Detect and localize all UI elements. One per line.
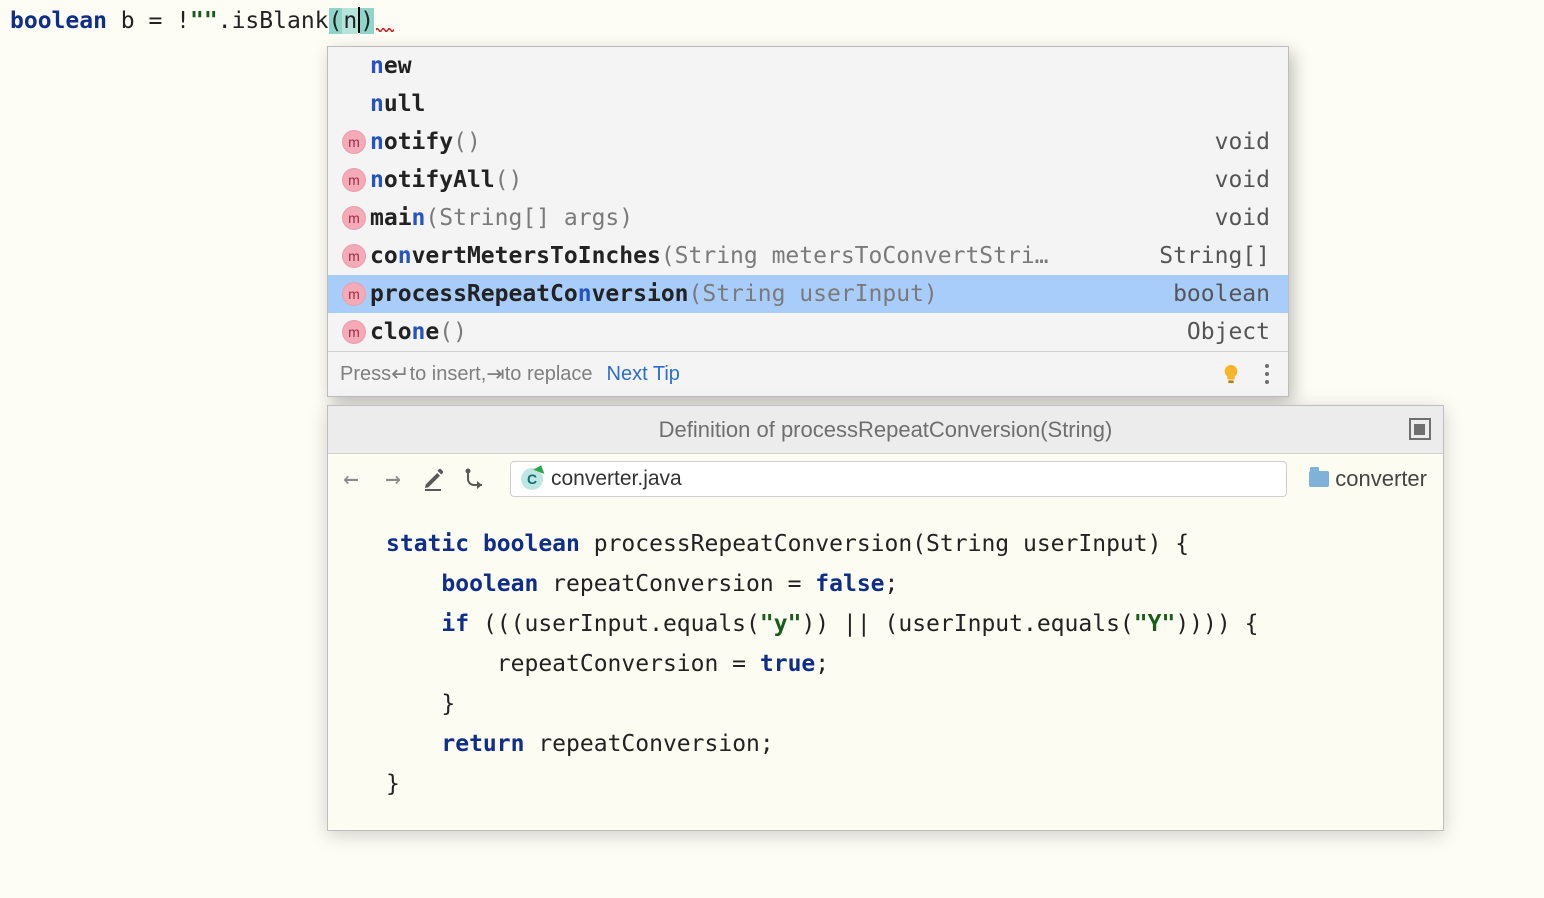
definition-toolbar: ← → C converter.java converter: [328, 454, 1443, 504]
package-name: converter: [1335, 466, 1427, 492]
tab-key-icon: ⇥: [486, 363, 504, 385]
method-call: .isBlank: [218, 8, 329, 34]
keyword-boolean: boolean: [10, 8, 107, 34]
expand-icon[interactable]: [1409, 418, 1431, 440]
next-tip-link[interactable]: Next Tip: [607, 363, 680, 386]
completion-item-icon: m: [338, 282, 370, 306]
completion-item-name: null: [370, 91, 1270, 117]
completion-item[interactable]: mnotify()void: [328, 123, 1288, 161]
method-icon: m: [342, 282, 366, 306]
file-name: converter.java: [551, 467, 682, 491]
completion-item-icon: m: [338, 130, 370, 154]
completion-item-returntype: void: [1215, 167, 1270, 193]
completion-item-name: processRepeatConversion(String userInput…: [370, 281, 1173, 307]
completion-item-returntype: boolean: [1173, 281, 1270, 307]
completion-item-returntype: String[]: [1159, 243, 1270, 269]
completion-item-name: notifyAll(): [370, 167, 1215, 193]
completion-item[interactable]: new: [328, 47, 1288, 85]
forward-arrow-icon[interactable]: →: [380, 466, 406, 492]
class-file-icon: C: [521, 468, 543, 490]
string-literal: "": [190, 8, 218, 34]
completion-item-returntype: void: [1215, 205, 1270, 231]
completion-item-icon: m: [338, 168, 370, 192]
error-squiggle-icon: [376, 28, 394, 32]
open-paren: (: [329, 8, 343, 34]
completion-item[interactable]: mconvertMetersToInches(String metersToCo…: [328, 237, 1288, 275]
lightbulb-icon[interactable]: [1220, 363, 1242, 385]
completion-item-icon: m: [338, 206, 370, 230]
definition-code[interactable]: static boolean processRepeatConversion(S…: [328, 504, 1443, 830]
typed-char: n: [342, 8, 358, 34]
completion-item-name: main(String[] args): [370, 205, 1215, 231]
more-menu-icon[interactable]: [1258, 362, 1276, 386]
code-text: b = !: [107, 8, 190, 34]
package-folder-icon: [1309, 471, 1329, 487]
completion-item[interactable]: null: [328, 85, 1288, 123]
method-icon: m: [342, 320, 366, 344]
definition-panel: Definition of processRepeatConversion(St…: [327, 405, 1444, 831]
completion-popup: newnullmnotify()voidmnotifyAll()voidmmai…: [327, 46, 1289, 397]
editor-code-line[interactable]: boolean b = !"".isBlank(n): [0, 0, 1544, 42]
completion-item-icon: m: [338, 244, 370, 268]
method-icon: m: [342, 206, 366, 230]
file-path-field[interactable]: C converter.java: [510, 461, 1287, 497]
definition-title-text: Definition of processRepeatConversion(St…: [659, 417, 1113, 443]
package-label[interactable]: converter: [1309, 466, 1433, 492]
footer-text-press: Press: [340, 363, 391, 386]
completion-item-returntype: Object: [1187, 319, 1270, 345]
definition-titlebar: Definition of processRepeatConversion(St…: [328, 406, 1443, 454]
completion-item[interactable]: mmain(String[] args)void: [328, 199, 1288, 237]
completion-item[interactable]: mnotifyAll()void: [328, 161, 1288, 199]
footer-text-replace: to replace: [505, 363, 593, 386]
enter-key-icon: ↵: [391, 363, 409, 385]
completion-item[interactable]: mclone()Object: [328, 313, 1288, 351]
completion-item-name: convertMetersToInches(String metersToCon…: [370, 243, 1159, 269]
completion-item-returntype: void: [1215, 129, 1270, 155]
method-icon: m: [342, 130, 366, 154]
completion-item-name: clone(): [370, 319, 1187, 345]
close-paren: ): [360, 8, 374, 34]
completion-item-name: notify(): [370, 129, 1215, 155]
edit-icon[interactable]: [422, 467, 446, 491]
method-icon: m: [342, 168, 366, 192]
navigate-source-icon[interactable]: [462, 467, 488, 491]
completion-footer: Press ↵ to insert, ⇥ to replace Next Tip: [328, 351, 1288, 396]
footer-text-insert: to insert,: [410, 363, 487, 386]
back-arrow-icon[interactable]: ←: [338, 466, 364, 492]
completion-item-icon: m: [338, 320, 370, 344]
completion-item[interactable]: mprocessRepeatConversion(String userInpu…: [328, 275, 1288, 313]
completion-item-name: new: [370, 53, 1270, 79]
completion-list: newnullmnotify()voidmnotifyAll()voidmmai…: [328, 47, 1288, 351]
method-icon: m: [342, 244, 366, 268]
